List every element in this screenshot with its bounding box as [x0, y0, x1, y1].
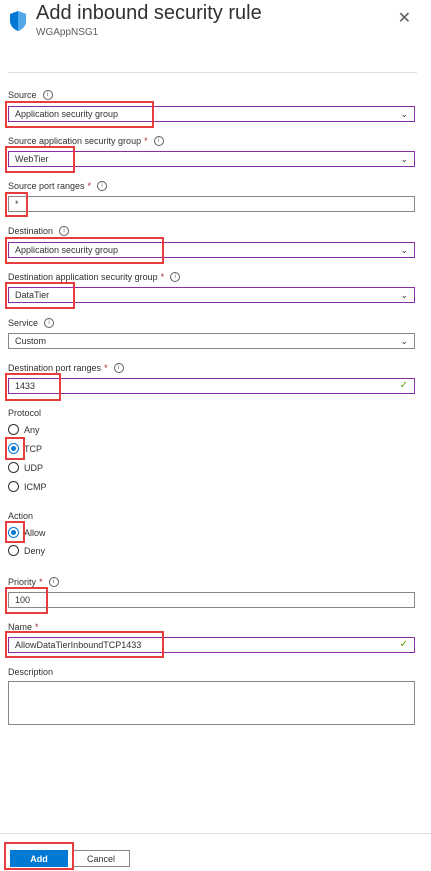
source-value: Application security group: [15, 109, 119, 119]
source-port-value: *: [15, 199, 19, 209]
radio-label: Deny: [24, 545, 46, 556]
protocol-option-any[interactable]: Any: [8, 424, 40, 435]
info-icon[interactable]: i: [170, 272, 181, 282]
chevron-down-icon: ⌄: [400, 290, 408, 300]
info-icon[interactable]: i: [59, 226, 70, 236]
source-port-input[interactable]: *: [8, 196, 415, 212]
service-select[interactable]: Custom ⌄: [8, 333, 415, 349]
destination-port-value: 1433: [15, 381, 36, 391]
radio-label: ICMP: [24, 481, 47, 492]
action-label: Action: [8, 511, 34, 521]
footer-divider: [0, 833, 431, 834]
priority-input[interactable]: 100: [8, 592, 415, 608]
destination-asg-label: Destination application security group * i: [8, 272, 181, 282]
chevron-down-icon: ⌄: [400, 109, 408, 119]
cancel-button[interactable]: Cancel: [72, 850, 130, 867]
protocol-option-icmp[interactable]: ICMP: [8, 481, 47, 492]
shield-icon: [8, 10, 28, 37]
header-divider: [8, 72, 417, 73]
radio-label: Allow: [24, 527, 46, 538]
add-button[interactable]: Add: [10, 850, 68, 867]
info-icon[interactable]: i: [48, 577, 59, 587]
service-value: Custom: [15, 336, 47, 346]
service-label: Service i: [8, 318, 55, 328]
radio-button-selected[interactable]: [8, 527, 19, 538]
panel-title: Add inbound security rule: [36, 2, 262, 24]
radio-label: UDP: [24, 462, 44, 473]
radio-button[interactable]: [8, 462, 19, 473]
name-value: AllowDataTierInboundTCP1433: [15, 640, 142, 650]
description-label: Description: [8, 667, 54, 677]
info-icon[interactable]: i: [42, 90, 53, 100]
close-icon[interactable]: ✕: [398, 8, 411, 28]
description-textarea[interactable]: [8, 681, 415, 725]
source-asg-value: WebTier: [15, 154, 49, 164]
name-label: Name *: [8, 622, 39, 632]
radio-button[interactable]: [8, 545, 19, 556]
source-asg-select[interactable]: WebTier ⌄: [8, 151, 415, 167]
destination-port-label: Destination port ranges * i: [8, 363, 124, 373]
protocol-label: Protocol: [8, 408, 42, 418]
action-option-deny[interactable]: Deny: [8, 545, 45, 556]
source-port-label: Source port ranges * i: [8, 181, 108, 191]
info-icon[interactable]: i: [153, 136, 164, 146]
action-option-allow[interactable]: Allow: [8, 527, 46, 538]
priority-value: 100: [15, 595, 31, 605]
destination-asg-select[interactable]: DataTier ⌄: [8, 287, 415, 303]
info-icon[interactable]: i: [113, 363, 124, 373]
source-asg-label: Source application security group * i: [8, 136, 164, 146]
panel-subtitle: WGAppNSG1: [36, 27, 99, 38]
destination-port-input[interactable]: 1433 ✓: [8, 378, 415, 394]
destination-asg-value: DataTier: [15, 290, 50, 300]
checkmark-icon: ✓: [399, 639, 408, 650]
checkmark-icon: ✓: [399, 380, 408, 391]
chevron-down-icon: ⌄: [400, 245, 408, 255]
chevron-down-icon: ⌄: [400, 154, 408, 164]
info-icon[interactable]: i: [97, 181, 108, 191]
radio-label: Any: [24, 424, 40, 435]
source-select[interactable]: Application security group ⌄: [8, 106, 415, 122]
radio-button-selected[interactable]: [8, 443, 19, 454]
chevron-down-icon: ⌄: [400, 336, 408, 346]
name-input[interactable]: AllowDataTierInboundTCP1433 ✓: [8, 637, 415, 653]
protocol-option-tcp[interactable]: TCP: [8, 443, 42, 454]
source-label: Source i: [8, 90, 53, 100]
protocol-option-udp[interactable]: UDP: [8, 462, 43, 473]
destination-label: Destination i: [8, 226, 70, 236]
destination-value: Application security group: [15, 245, 119, 255]
radio-button[interactable]: [8, 481, 19, 492]
destination-select[interactable]: Application security group ⌄: [8, 242, 415, 258]
radio-button[interactable]: [8, 424, 19, 435]
radio-label: TCP: [24, 443, 42, 454]
info-icon[interactable]: i: [44, 318, 55, 328]
priority-label: Priority * i: [8, 577, 59, 587]
